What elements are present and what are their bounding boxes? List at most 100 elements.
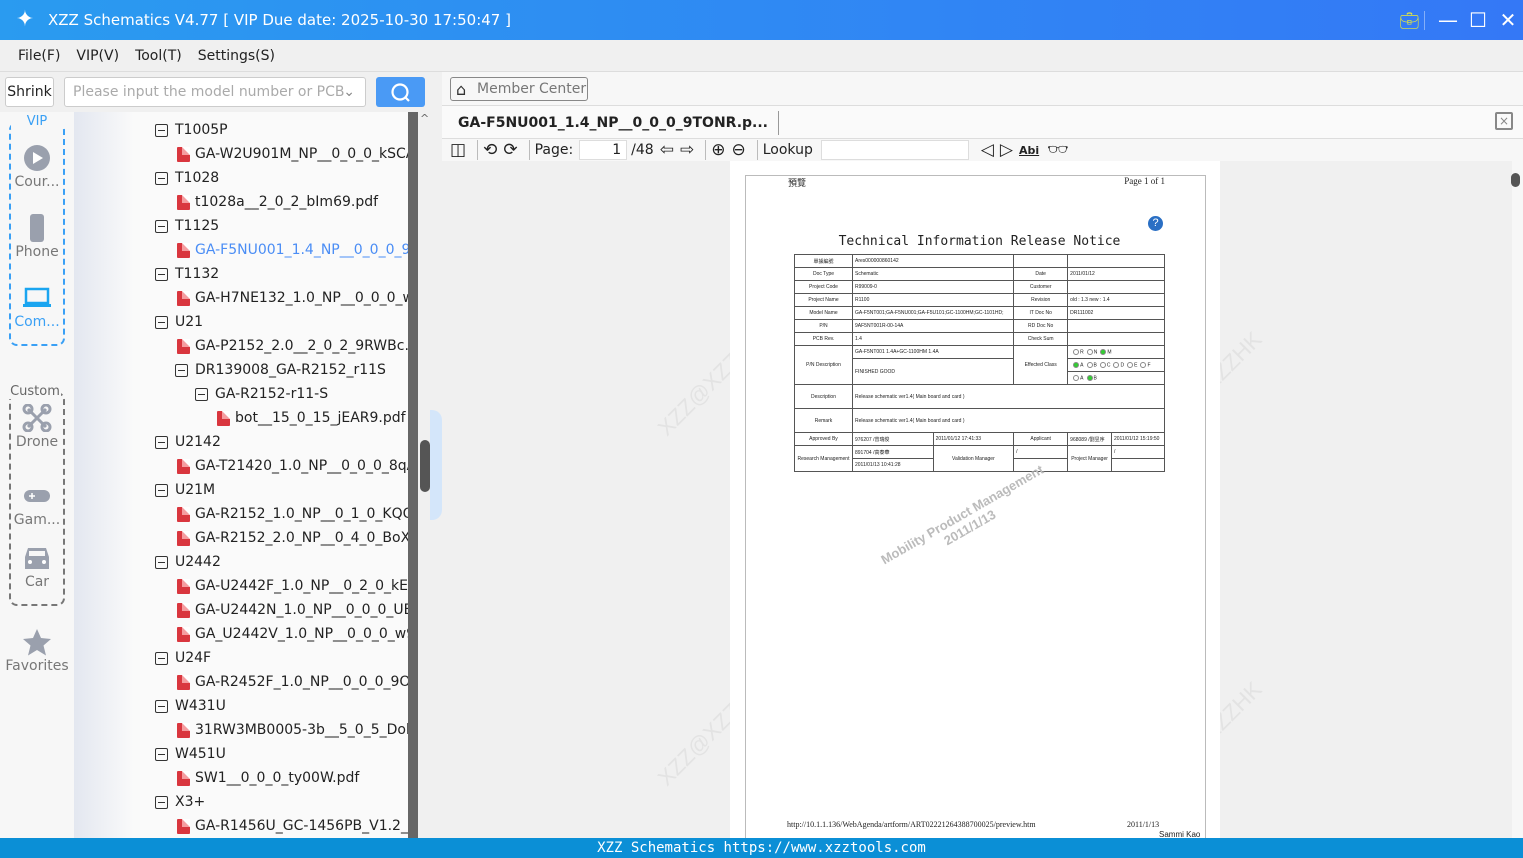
collapse-icon[interactable] bbox=[155, 267, 168, 281]
tree-folder[interactable]: DR139008_GA-R2152_r11S bbox=[175, 358, 386, 382]
radio-icon bbox=[1086, 361, 1093, 368]
maximize-button[interactable]: ☐ bbox=[1463, 8, 1493, 32]
nav-courses[interactable]: Cour... bbox=[0, 144, 74, 190]
tree-folder[interactable]: U2442 bbox=[155, 550, 221, 574]
tree-file[interactable]: 31RW3MB0005-3b__5_0_5_Dob bbox=[177, 718, 408, 742]
lookup-input[interactable] bbox=[820, 140, 969, 160]
match-case-icon[interactable]: Abi bbox=[1019, 144, 1039, 157]
find-prev-icon[interactable]: ◁ bbox=[981, 140, 994, 160]
nav-car[interactable]: Car bbox=[0, 544, 74, 590]
close-all-tabs-icon[interactable]: × bbox=[1495, 112, 1513, 130]
title-bar: ✦ XZZ Schematics V4.77 [ VIP Due date: 2… bbox=[0, 0, 1523, 40]
chevron-down-icon[interactable]: ⌄ bbox=[343, 78, 355, 106]
tree-file[interactable]: GA-T21420_1.0_NP__0_0_0_8qA bbox=[177, 454, 408, 478]
collapse-icon[interactable] bbox=[155, 795, 168, 809]
tree-file[interactable]: GA-F5NU001_1.4_NP__0_0_0_9T bbox=[177, 238, 408, 262]
tree-item-label: GA-R2152_2.0_NP__0_4_0_BoXU bbox=[195, 530, 408, 546]
menu-vip[interactable]: VIP(V) bbox=[76, 48, 119, 64]
file-tree: T1005P GA-W2U901M_NP__0_0_0_kSCA T1028 t102… bbox=[74, 112, 408, 838]
panel-collapse-handle[interactable] bbox=[430, 410, 442, 520]
collapse-icon[interactable] bbox=[155, 171, 168, 185]
radio-icon bbox=[1100, 348, 1107, 355]
next-page-icon[interactable]: ⇨ bbox=[680, 140, 694, 160]
search-input[interactable]: Please input the model number or PCB ⌄ bbox=[64, 77, 366, 107]
scroll-up-icon[interactable]: ^ bbox=[420, 112, 429, 125]
tree-folder[interactable]: T1005P bbox=[155, 118, 228, 142]
rotate-right-icon[interactable]: ⟳ bbox=[503, 140, 517, 160]
find-next-icon[interactable]: ▷ bbox=[1000, 140, 1013, 160]
class-option: B bbox=[1093, 362, 1097, 369]
notice-table: 單據編號 Ares000000860142 Doc Type Schematic Da… bbox=[794, 254, 1166, 472]
tree-scroll-track[interactable] bbox=[408, 112, 418, 838]
tree-file[interactable]: GA-H7NE132_1.0_NP__0_0_0_w bbox=[177, 286, 408, 310]
vip-briefcase-icon[interactable]: 💼︎ bbox=[1395, 10, 1425, 30]
prev-page-icon[interactable]: ⇦ bbox=[660, 140, 674, 160]
tree-item-label: T1005P bbox=[175, 122, 228, 138]
tree-file[interactable]: GA-R1456U_GC-1456PB_V1.2_N bbox=[177, 814, 408, 838]
tree-folder[interactable]: W451U bbox=[155, 742, 226, 766]
nav-computer[interactable]: Com... bbox=[0, 284, 74, 330]
collapse-icon[interactable] bbox=[195, 387, 208, 401]
tree-folder[interactable]: U21M bbox=[155, 478, 215, 502]
tree-file[interactable]: GA-P2152_2.0__2_0_2_9RWBc.p bbox=[177, 334, 408, 358]
collapse-icon[interactable] bbox=[155, 123, 168, 137]
collapse-icon[interactable] bbox=[155, 699, 168, 713]
tree-file[interactable]: SW1__0_0_0_ty00W.pdf bbox=[177, 766, 359, 790]
approval-stamp: Mobility Product Management 2011/1/13 bbox=[878, 461, 1047, 568]
two-page-icon[interactable]: ◫ bbox=[450, 140, 466, 160]
tree-file[interactable]: GA-R2152_1.0_NP__0_1_0_KQQ bbox=[177, 502, 408, 526]
menu-tool[interactable]: Tool(T) bbox=[135, 48, 182, 64]
collapse-icon[interactable] bbox=[155, 651, 168, 665]
zoom-in-icon[interactable]: ⊕ bbox=[711, 140, 725, 160]
collapse-icon[interactable] bbox=[175, 363, 188, 377]
collapse-icon[interactable] bbox=[155, 435, 168, 449]
tree-file[interactable]: t1028a__2_0_2_bIm69.pdf bbox=[177, 190, 378, 214]
tree-folder[interactable]: T1125 bbox=[155, 214, 219, 238]
close-button[interactable]: ✕ bbox=[1493, 8, 1523, 32]
tree-file[interactable]: GA-R2452F_1.0_NP__0_0_0_9O3 bbox=[177, 670, 408, 694]
collapse-icon[interactable] bbox=[155, 315, 168, 329]
nav-games[interactable]: Gam... bbox=[0, 482, 74, 528]
class-option: N bbox=[1093, 349, 1098, 356]
shrink-button[interactable]: Shrink bbox=[5, 77, 54, 107]
rotate-left-icon[interactable]: ⟲ bbox=[483, 140, 497, 160]
collapse-icon[interactable] bbox=[155, 555, 168, 569]
member-center-button[interactable]: ⌂ Member Center bbox=[450, 77, 588, 101]
tree-file[interactable]: GA-W2U901M_NP__0_0_0_kSCA bbox=[177, 142, 408, 166]
binoculars-icon[interactable]: 👓︎ bbox=[1047, 140, 1069, 160]
tree-folder[interactable]: GA-R2152-r11-S bbox=[195, 382, 328, 406]
tab-document[interactable]: GA-F5NU001_1.4_NP__0_0_0_9TONR.p... bbox=[458, 111, 779, 135]
menu-settings[interactable]: Settings(S) bbox=[198, 48, 275, 64]
tree-file[interactable]: GA-U2442F_1.0_NP__0_2_0_kEY bbox=[177, 574, 408, 598]
pdf-scrollbar[interactable] bbox=[1510, 161, 1521, 838]
splitter-handle[interactable] bbox=[420, 440, 430, 492]
pdf-viewport[interactable]: XZZ@XZZHK XZZ@XZZHK XZZ@XZZHK XZZ@XZZHK … bbox=[442, 161, 1520, 845]
radio-icon bbox=[1140, 361, 1147, 368]
search-button[interactable] bbox=[376, 77, 425, 107]
help-icon[interactable]: ? bbox=[1148, 216, 1163, 231]
tree-folder[interactable]: T1132 bbox=[155, 262, 219, 286]
nav-drone[interactable]: Drone bbox=[0, 404, 74, 450]
tree-file[interactable]: GA-R2152_2.0_NP__0_4_0_BoXU bbox=[177, 526, 408, 550]
tree-folder[interactable]: T1028 bbox=[155, 166, 219, 190]
pdf-file-icon bbox=[177, 818, 190, 834]
page-input[interactable]: 1 bbox=[579, 140, 628, 160]
zoom-out-icon[interactable]: ⊖ bbox=[731, 140, 745, 160]
tree-folder[interactable]: U2142 bbox=[155, 430, 221, 454]
radio-icon bbox=[1073, 348, 1080, 355]
tree-folder[interactable]: U21 bbox=[155, 310, 203, 334]
tree-folder[interactable]: U24F bbox=[155, 646, 211, 670]
tree-folder[interactable]: W431U bbox=[155, 694, 226, 718]
nav-phone[interactable]: Phone bbox=[0, 214, 74, 260]
tree-file[interactable]: bot__15_0_15_jEAR9.pdf bbox=[217, 406, 406, 430]
collapse-icon[interactable] bbox=[155, 219, 168, 233]
nav-favorites[interactable]: Favorites bbox=[0, 628, 74, 674]
tree-file[interactable]: GA_U2442V_1.0_NP__0_0_0_w9F bbox=[177, 622, 408, 646]
collapse-icon[interactable] bbox=[155, 747, 168, 761]
minimize-button[interactable]: — bbox=[1433, 8, 1463, 32]
tree-folder[interactable]: X3+ bbox=[155, 790, 205, 814]
menu-file[interactable]: File(F) bbox=[18, 48, 60, 64]
pdf-file-icon bbox=[177, 290, 190, 306]
tree-file[interactable]: GA-U2442N_1.0_NP__0_0_0_UB bbox=[177, 598, 408, 622]
collapse-icon[interactable] bbox=[155, 483, 168, 497]
